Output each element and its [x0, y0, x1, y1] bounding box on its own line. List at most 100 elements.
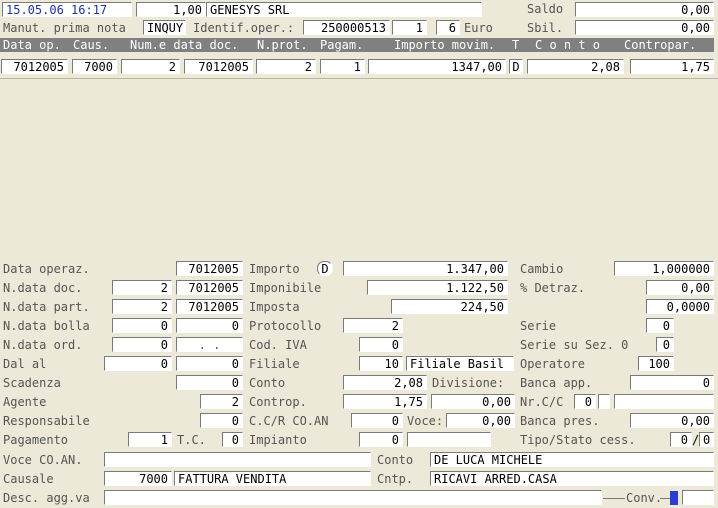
col-caus[interactable]: Caus. — [73, 38, 119, 52]
row-pagam[interactable]: 1 — [320, 59, 365, 74]
manut-field[interactable]: INQUY — [143, 20, 186, 35]
impianto-field[interactable]: 0 — [359, 432, 403, 447]
row-t[interactable]: D — [509, 59, 523, 74]
al-field[interactable]: 0 — [176, 356, 243, 371]
nbolla-field[interactable]: 0 — [112, 318, 172, 333]
agente-label: Agente — [3, 395, 47, 409]
cambio-field[interactable]: 1,000000 — [614, 261, 714, 276]
nrcc-field[interactable]: 0 — [574, 394, 596, 409]
ccr-field[interactable]: 0 — [351, 413, 403, 428]
cod-iva-field[interactable]: 0 — [359, 337, 403, 352]
rate-field[interactable]: 1,00 — [136, 2, 206, 17]
ndata-part-label: N.data part. — [3, 300, 90, 314]
operatore-field[interactable]: 100 — [638, 356, 674, 371]
col-contropar[interactable]: Contropar. — [624, 38, 712, 52]
col-t[interactable]: T — [512, 38, 522, 52]
saldo-label: Saldo — [527, 2, 564, 16]
conv-label: Conv. — [626, 491, 663, 505]
row-data-doc[interactable]: 7012005 — [184, 59, 253, 74]
causale-code-field[interactable]: 7000 — [104, 471, 172, 486]
conv-line — [603, 498, 625, 499]
col-data-op[interactable]: Data op. — [3, 38, 67, 52]
imponibile-field[interactable]: 1.122,50 — [367, 280, 508, 295]
data-part-field[interactable]: 7012005 — [176, 299, 243, 314]
ccr-label: C.C/R CO.AN — [249, 414, 329, 428]
voce-coan-field[interactable] — [104, 452, 371, 467]
stato-field[interactable]: 0 — [699, 432, 714, 447]
controp-val-field[interactable]: 0,00 — [431, 394, 515, 409]
col-pagam[interactable]: Pagam. — [320, 38, 366, 52]
banca-pres-label: Banca pres. — [520, 414, 600, 428]
serie-sez-field[interactable]: 0 — [656, 337, 674, 352]
ndoc-field[interactable]: 2 — [112, 280, 172, 295]
sbil-field: 0,00 — [575, 20, 714, 35]
grid-header: Data op. Caus. Num.e data doc. N.prot. P… — [0, 38, 714, 52]
banca-app-label: Banca app. — [520, 376, 593, 390]
tc-field[interactable]: 0 — [222, 432, 243, 447]
data-ord-field[interactable]: . . — [176, 337, 243, 352]
col-num-data-doc[interactable]: Num.e data doc. — [130, 38, 254, 52]
imposta-label: Imposta — [249, 300, 300, 314]
responsabile-label: Responsabile — [3, 414, 90, 428]
nrcc-extra-field[interactable] — [598, 394, 610, 409]
col-importo[interactable]: Importo movim. — [394, 38, 506, 52]
impianto-desc-field — [407, 432, 491, 447]
tc-label: T.C. — [177, 433, 206, 447]
banca-pres-field[interactable]: 0,00 — [630, 413, 714, 428]
row-importo[interactable]: 1347,00 — [368, 59, 506, 74]
importo-dc-field[interactable]: D — [317, 261, 333, 276]
agente-field[interactable]: 2 — [200, 394, 243, 409]
pagamento-field[interactable]: 1 — [128, 432, 172, 447]
conto-field[interactable]: 2,08 — [343, 375, 427, 390]
detraz-label: % Detraz. — [520, 281, 586, 295]
tipo-stato-label: Tipo/Stato cess. — [520, 433, 636, 447]
banca-app-field[interactable]: 0 — [630, 375, 714, 390]
protocollo-field[interactable]: 2 — [343, 318, 403, 333]
identif-field[interactable]: 250000513 — [303, 20, 390, 35]
identif-label: Identif.oper.: — [193, 21, 295, 35]
controp-field[interactable]: 1,75 — [343, 394, 427, 409]
imposta-pct-field[interactable]: 0,0000 — [646, 299, 714, 314]
dal-field[interactable]: 0 — [104, 356, 172, 371]
nrcc-desc-field[interactable] — [614, 394, 714, 409]
responsabile-field[interactable]: 0 — [200, 413, 243, 428]
protocollo-label: Protocollo — [249, 319, 322, 333]
conto-name-label: Conto — [377, 453, 414, 467]
row-nprot[interactable]: 2 — [256, 59, 316, 74]
data-operaz-field[interactable]: 7012005 — [176, 261, 243, 276]
data-operaz-label: Data operaz. — [3, 262, 90, 276]
serie-field[interactable]: 0 — [646, 318, 674, 333]
manut-label: Manut. prima nota — [3, 21, 126, 35]
desc-field[interactable] — [104, 490, 602, 505]
col-nprot[interactable]: N.prot. — [257, 38, 317, 52]
identif-n2-field[interactable]: 6 — [436, 20, 460, 35]
ndata-ord-label: N.data ord. — [3, 338, 83, 352]
npart-field[interactable]: 2 — [112, 299, 172, 314]
causale-desc-field: FATTURA VENDITA — [174, 471, 371, 486]
voce-field[interactable]: 0,00 — [446, 413, 515, 428]
scadenza-field[interactable]: 0 — [176, 375, 243, 390]
voce-label: Voce: — [407, 414, 444, 428]
tipo-field[interactable]: 0 — [670, 432, 692, 447]
row-contropar[interactable]: 1,75 — [630, 59, 714, 74]
importo-field[interactable]: 1.347,00 — [343, 261, 508, 276]
col-conto[interactable]: C o n t o — [535, 38, 621, 52]
row-data-op[interactable]: 7012005 — [1, 59, 68, 74]
conv-field[interactable] — [682, 490, 714, 505]
conv-scroll-thumb[interactable] — [670, 491, 678, 505]
row-caus[interactable]: 7000 — [72, 59, 117, 74]
identif-n1-field[interactable]: 1 — [392, 20, 427, 35]
filiale-field[interactable]: 10 — [359, 356, 403, 371]
data-doc-field[interactable]: 7012005 — [176, 280, 243, 295]
voce-coan-label: Voce CO.AN. — [3, 453, 83, 467]
row-num[interactable]: 2 — [121, 59, 180, 74]
nord-field[interactable]: 0 — [112, 337, 172, 352]
data-bolla-field[interactable]: 0 — [176, 318, 243, 333]
sbil-label: Sbil. — [527, 21, 564, 35]
row-conto[interactable]: 2,08 — [527, 59, 624, 74]
operatore-label: Operatore — [520, 357, 586, 371]
detraz-field[interactable]: 0,00 — [646, 280, 714, 295]
ndata-doc-label: N.data doc. — [3, 281, 83, 295]
saldo-field: 0,00 — [575, 2, 714, 17]
imposta-field[interactable]: 224,50 — [391, 299, 508, 314]
